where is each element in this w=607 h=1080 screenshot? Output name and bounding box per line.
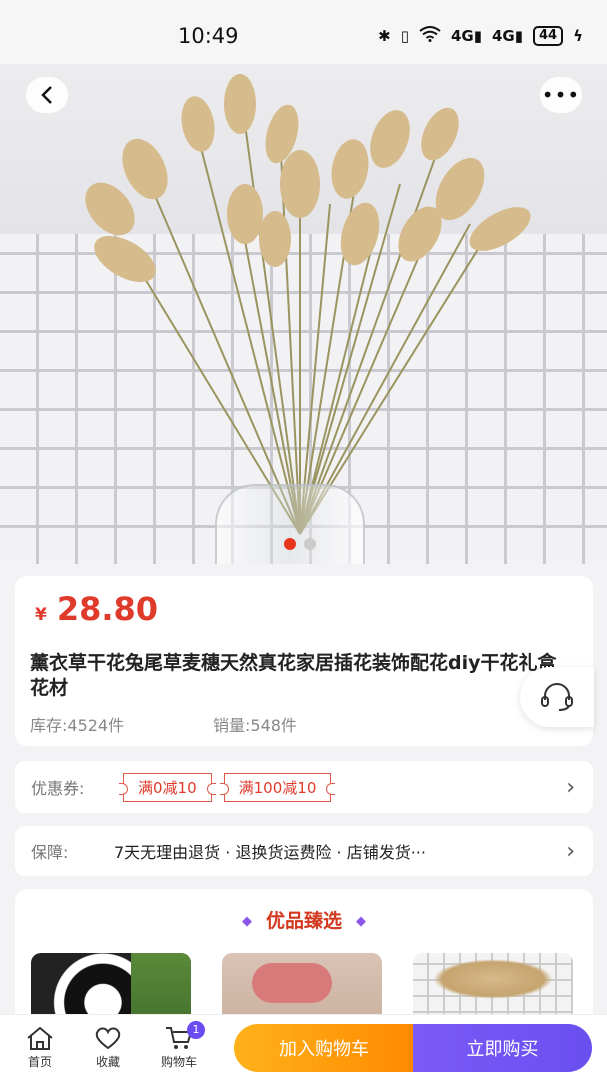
sales-count: 销量:548件 — [213, 716, 297, 735]
guarantee-label: 保障: — [31, 843, 69, 862]
tab-favorite[interactable]: 收藏 — [78, 1025, 138, 1070]
stock-count: 库存:4524件 — [30, 716, 125, 735]
guarantee-row[interactable]: 保障: 7天无理由退货 · 退换货运费险 · 店铺发货··· › — [15, 826, 593, 876]
pager-dot-1[interactable] — [284, 538, 296, 550]
tab-favorite-label: 收藏 — [95, 1055, 120, 1069]
guarantee-text: 7天无理由退货 · 退换货运费险 · 店铺发货··· — [114, 843, 426, 862]
coupon-tag[interactable]: 满100减10 — [219, 772, 336, 802]
chevron-right-icon: › — [566, 774, 575, 800]
more-button[interactable]: ••• — [540, 77, 582, 113]
tab-home[interactable]: 首页 — [10, 1025, 70, 1070]
vibrate-icon: ▯ — [400, 27, 409, 45]
tab-home-label: 首页 — [27, 1055, 52, 1069]
chevron-right-icon: › — [566, 838, 575, 864]
pager-dot-2[interactable] — [304, 538, 316, 550]
coupon-row[interactable]: 优惠券: 满0减10 满100减10 › — [15, 761, 593, 813]
customer-service-button[interactable] — [520, 667, 594, 727]
diamond-icon: ◆ — [356, 914, 366, 929]
chevron-left-icon — [41, 86, 52, 104]
heart-icon — [95, 1027, 121, 1050]
coupon-tag[interactable]: 满0减10 — [119, 772, 216, 802]
recommendation-title: ◆ 优品臻选 ◆ — [241, 910, 366, 932]
product-image[interactable] — [0, 64, 607, 564]
more-dots-icon: ••• — [541, 83, 581, 107]
status-time: 10:49 — [178, 24, 239, 48]
bluetooth-icon: ✱ — [378, 27, 391, 45]
wifi-icon — [419, 26, 441, 46]
bottom-action-bar: 首页 收藏 1 购物车 加入购物车 立即购买 — [0, 1014, 607, 1080]
price-value: 28.80 — [56, 590, 159, 628]
product-title: 薰衣草干花兔尾草麦穗天然真花家居插花装饰配花diy干花礼盒花材 — [30, 652, 557, 699]
price: ¥28.80 — [35, 590, 158, 628]
charging-icon: ϟ — [573, 27, 583, 45]
product-info-card: ¥28.80 薰衣草干花兔尾草麦穗天然真花家居插花装饰配花diy干花礼盒花材 库… — [15, 576, 593, 746]
coupon-label: 优惠券: — [31, 779, 85, 798]
headset-icon — [541, 683, 573, 711]
status-icons: ✱ ▯ 4G▮ 4G▮ 44 ϟ — [378, 26, 583, 46]
status-bar: 10:49 ✱ ▯ 4G▮ 4G▮ 44 ϟ — [0, 0, 607, 72]
diamond-icon: ◆ — [241, 914, 252, 929]
vase — [215, 484, 365, 564]
back-button[interactable] — [26, 77, 68, 113]
buy-now-button[interactable]: 立即购买 — [413, 1024, 592, 1072]
coupon-tags: 满0减10 满100减10 — [119, 772, 336, 802]
price-symbol: ¥ — [35, 605, 47, 625]
tab-cart[interactable]: 1 购物车 — [149, 1021, 209, 1070]
signal-2-icon: 4G▮ — [491, 27, 523, 45]
battery-icon: 44 — [533, 26, 564, 46]
cart-badge: 1 — [187, 1021, 205, 1039]
image-pager — [284, 538, 316, 550]
add-to-cart-button[interactable]: 加入购物车 — [234, 1024, 414, 1072]
recommendation-section: ◆ 优品臻选 ◆ — [15, 889, 593, 1029]
signal-1-icon: 4G▮ — [450, 27, 482, 45]
home-icon — [27, 1026, 53, 1050]
tab-cart-label: 购物车 — [160, 1055, 197, 1069]
